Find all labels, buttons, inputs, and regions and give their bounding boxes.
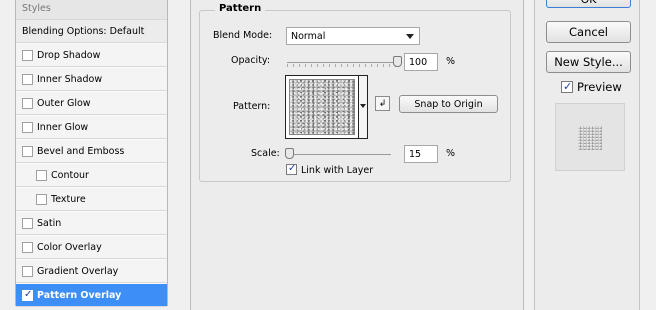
style-item-label: Bevel and Emboss	[37, 145, 125, 157]
style-item[interactable]: Blending Options: Default	[16, 20, 167, 43]
style-item[interactable]: Drop Shadow	[16, 44, 167, 67]
dialog-actions: OK Cancel New Style... Preview	[534, 0, 640, 310]
preview-toggle[interactable]: Preview	[561, 80, 622, 94]
style-item[interactable]: Bevel and Emboss	[16, 140, 167, 163]
pattern-label: Pattern:	[233, 101, 271, 112]
scale-unit: %	[446, 148, 456, 159]
styles-header: Styles	[16, 0, 167, 20]
blend-mode-label: Blend Mode:	[213, 30, 273, 41]
style-preview	[555, 103, 625, 171]
snap-to-origin-button[interactable]: Snap to Origin	[399, 95, 498, 113]
style-item-checkbox[interactable]	[22, 145, 33, 157]
scale-label: Scale:	[251, 148, 280, 159]
style-item-label: Contour	[51, 169, 89, 181]
preview-label: Preview	[577, 80, 622, 94]
new-preset-button[interactable]: ↲	[375, 96, 390, 111]
style-item[interactable]: Inner Glow	[16, 116, 167, 139]
scale-slider-thumb[interactable]	[285, 148, 295, 159]
new-style-button[interactable]: New Style...	[546, 51, 631, 73]
style-item[interactable]: Pattern Overlay	[16, 284, 167, 307]
style-item-label: Inner Glow	[37, 121, 89, 133]
style-item-label: Pattern Overlay	[37, 289, 122, 301]
pattern-preview-image	[289, 79, 355, 135]
style-item-checkbox[interactable]	[22, 289, 33, 301]
pattern-overlay-panel: Pattern Blend Mode: Normal Opacity: 100 …	[190, 0, 524, 310]
chevron-down-icon	[360, 104, 366, 108]
opacity-slider-thumb[interactable]	[393, 56, 402, 67]
opacity-label: Opacity:	[231, 55, 271, 66]
styles-list: Styles Blending Options: Default Drop Sha…	[15, 0, 168, 307]
style-item-checkbox[interactable]	[22, 241, 33, 253]
style-item-label: Texture	[51, 193, 86, 205]
style-item-checkbox[interactable]	[22, 97, 33, 109]
style-item[interactable]: Satin	[16, 212, 167, 235]
scale-input[interactable]: 15	[404, 145, 438, 163]
style-item-checkbox[interactable]	[22, 121, 33, 133]
style-item-label: Satin	[37, 217, 62, 229]
cancel-button[interactable]: Cancel	[546, 21, 631, 43]
style-item-label: Gradient Overlay	[37, 265, 119, 277]
blend-mode-value: Normal	[291, 30, 326, 42]
opacity-slider-ticks	[287, 64, 397, 67]
link-with-layer-label: Link with Layer	[301, 165, 374, 176]
style-item-checkbox[interactable]	[36, 193, 47, 205]
style-item[interactable]: Outer Glow	[16, 92, 167, 115]
layer-style-dialog: Styles Blending Options: Default Drop Sha…	[0, 0, 656, 310]
new-preset-icon: ↲	[378, 98, 387, 109]
style-item[interactable]: Inner Shadow	[16, 68, 167, 91]
chevron-down-icon	[406, 34, 414, 39]
style-item-label: Blending Options: Default	[22, 25, 145, 37]
style-preview-thumbnail	[578, 126, 602, 150]
style-item-label: Color Overlay	[37, 241, 102, 253]
opacity-input[interactable]: 100	[404, 53, 438, 71]
style-item-checkbox[interactable]	[36, 169, 47, 181]
opacity-value: 100	[409, 56, 428, 68]
style-item[interactable]: Gradient Overlay	[16, 260, 167, 283]
ok-button[interactable]: OK	[546, 0, 631, 8]
scale-slider-track[interactable]	[287, 154, 391, 155]
style-item-label: Outer Glow	[37, 97, 91, 109]
style-item-checkbox[interactable]	[22, 217, 33, 229]
style-item-checkbox[interactable]	[22, 49, 33, 61]
link-with-layer-checkbox[interactable]	[286, 163, 297, 175]
pattern-picker-button[interactable]	[359, 75, 368, 139]
style-item-checkbox[interactable]	[22, 73, 33, 85]
scale-value: 15	[409, 148, 422, 160]
opacity-slider-track[interactable]	[287, 62, 397, 63]
pattern-swatch[interactable]	[285, 75, 359, 139]
style-item-label: Inner Shadow	[37, 73, 103, 85]
blend-mode-select[interactable]: Normal	[286, 27, 420, 45]
style-item-label: Drop Shadow	[37, 49, 101, 61]
preview-checkbox[interactable]	[561, 80, 573, 93]
style-item[interactable]: Color Overlay	[16, 236, 167, 259]
styles-header-label: Styles	[22, 2, 51, 14]
style-item[interactable]: Contour	[16, 164, 167, 187]
pattern-group-title: Pattern	[215, 3, 266, 14]
opacity-unit: %	[446, 56, 456, 67]
style-item-checkbox[interactable]	[22, 265, 33, 277]
style-item[interactable]: Texture	[16, 188, 167, 211]
